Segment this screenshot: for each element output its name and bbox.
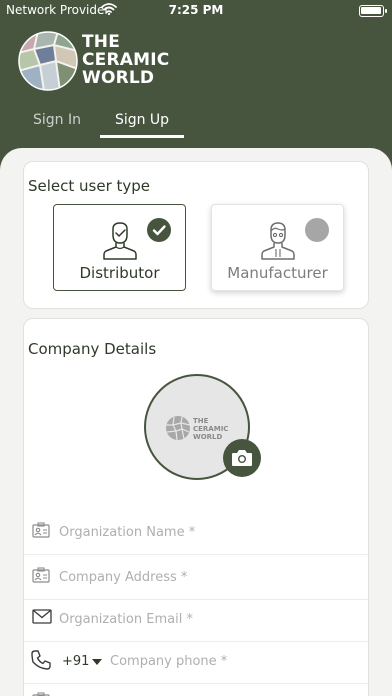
distributor-label: Distributor — [79, 264, 160, 282]
brand-line-1: THE — [82, 32, 121, 52]
svg-text:THE: THE — [193, 417, 209, 425]
country-code-select[interactable]: +91 — [62, 654, 89, 669]
upload-photo-button[interactable] — [223, 439, 261, 477]
user-type-manufacturer[interactable]: Manufacturer — [211, 204, 344, 291]
brand-logo: THE CERAMIC WORLD — [18, 31, 178, 93]
distributor-icon — [102, 222, 137, 260]
manufacturer-label: Manufacturer — [227, 264, 328, 282]
company-address-field[interactable]: Company Address * — [24, 556, 368, 600]
company-address-placeholder: Company Address * — [59, 570, 188, 585]
next-field-partial[interactable] — [24, 683, 368, 696]
ceramic-mosaic-logo-icon — [18, 31, 78, 91]
selected-check-icon — [147, 218, 171, 242]
battery-level — [361, 7, 381, 14]
company-placeholder-logo-icon: THE CERAMIC WORLD — [166, 416, 228, 441]
organization-email-field[interactable]: Organization Email * — [24, 598, 368, 642]
status-bar: Network Provider 7:25 PM — [0, 0, 392, 22]
brand-line-3: WORLD — [82, 68, 155, 88]
user-type-distributor[interactable]: Distributor — [53, 204, 186, 291]
manufacturer-icon — [260, 222, 295, 260]
tab-sign-up[interactable]: Sign Up — [100, 106, 184, 138]
svg-text:WORLD: WORLD — [193, 433, 223, 441]
battery-icon — [359, 5, 387, 17]
svg-text:CERAMIC: CERAMIC — [193, 425, 228, 433]
mail-icon — [32, 609, 52, 624]
organization-name-placeholder: Organization Name * — [59, 525, 196, 540]
auth-tabs: Sign In Sign Up — [0, 106, 392, 140]
company-phone-field[interactable]: +91 Company phone * — [24, 640, 368, 684]
company-details-card: Company Details THE CERAMIC WORLD Organi… — [23, 318, 369, 696]
user-type-title: Select user type — [28, 177, 151, 195]
id-card-icon — [32, 567, 50, 583]
brand-line-2: CERAMIC — [82, 50, 170, 70]
organization-name-field[interactable]: Organization Name * — [24, 511, 368, 555]
id-card-icon — [32, 692, 50, 696]
brand-wordmark: THE CERAMIC WORLD — [82, 33, 169, 87]
unselected-radio-icon — [305, 218, 329, 242]
company-phone-placeholder: Company phone * — [110, 654, 228, 669]
tab-sign-in[interactable]: Sign In — [18, 106, 96, 138]
phone-icon — [31, 650, 51, 670]
chevron-down-icon[interactable] — [92, 659, 102, 665]
organization-email-placeholder: Organization Email * — [59, 612, 193, 627]
company-details-title: Company Details — [28, 340, 157, 358]
status-time: 7:25 PM — [168, 3, 224, 17]
user-type-card: Select user type Distributor Manufacture… — [23, 161, 369, 309]
id-card-icon — [32, 522, 50, 538]
camera-icon — [232, 450, 252, 466]
signup-sheet: Select user type Distributor Manufacture… — [0, 148, 392, 696]
